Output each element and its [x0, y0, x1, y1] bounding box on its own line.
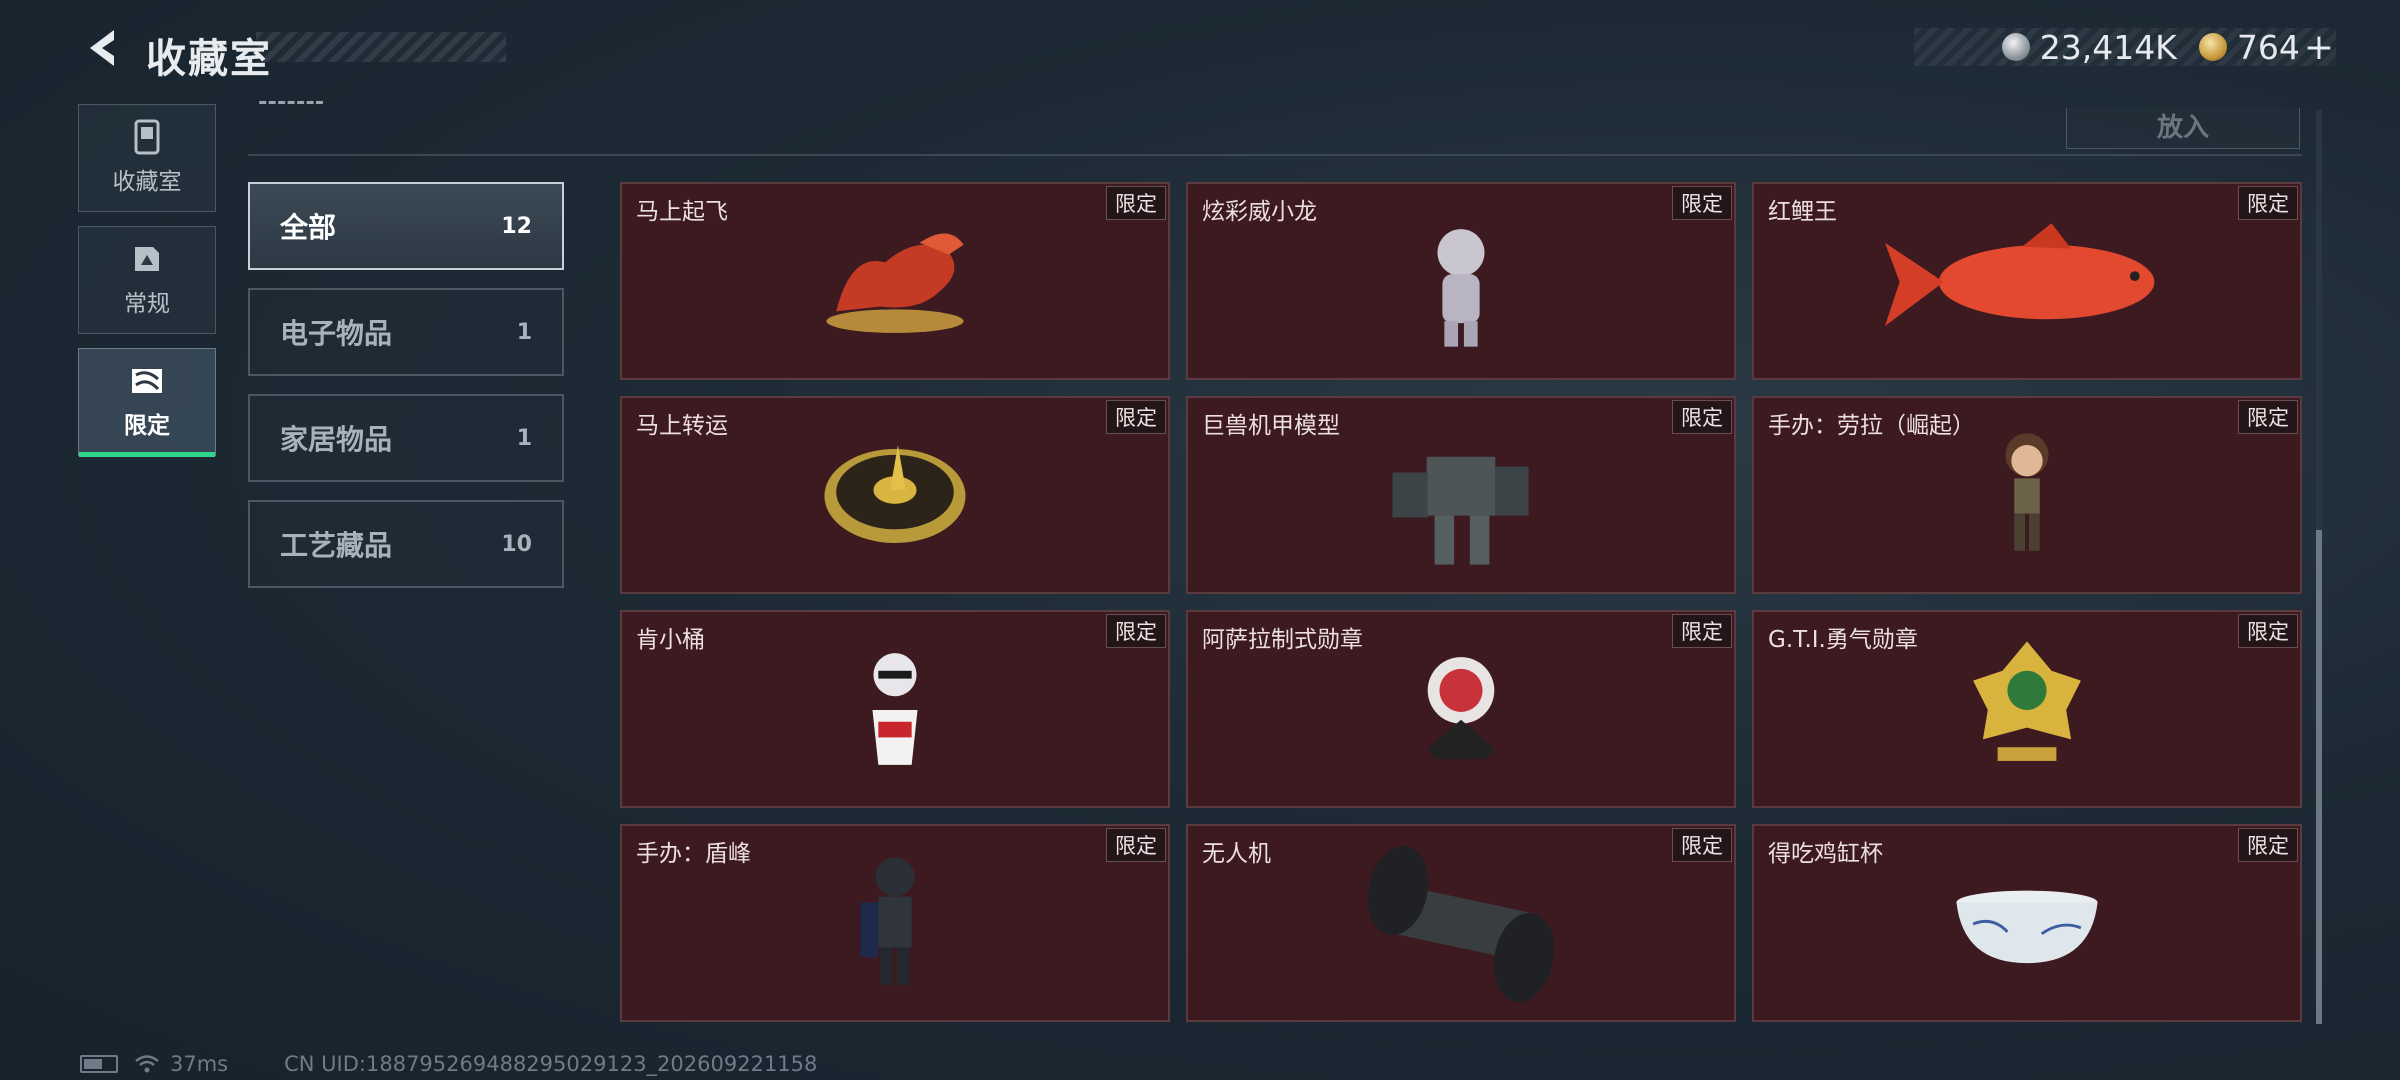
limited-tag: 限定	[1672, 614, 1732, 648]
item-name: 马上起飞	[636, 199, 728, 225]
limited-tag: 限定	[2238, 828, 2298, 862]
grid-scrollbar[interactable]	[2316, 110, 2322, 1024]
category-name: 工艺藏品	[280, 529, 393, 562]
status-bar: 37ms CN UID:188795269488295029123_202609…	[80, 1052, 980, 1076]
side-item-label: 限定	[124, 413, 170, 439]
item-name: 手办：劳拉（崛起）	[1768, 413, 1975, 439]
category-name: 电子物品	[280, 317, 393, 350]
item-card[interactable]: 马上起飞 限定	[620, 182, 1170, 380]
limited-tag: 限定	[1672, 828, 1732, 862]
category-count: 12	[501, 213, 532, 239]
category-list: 全部 12 电子物品 1 家居物品 1 工艺藏品 10	[248, 182, 566, 606]
item-card[interactable]: 阿萨拉制式勋章 限定	[1186, 610, 1736, 808]
item-name: G.T.I.勇气勋章	[1768, 627, 1918, 653]
item-name: 马上转运	[636, 413, 728, 439]
item-card[interactable]: 巨兽机甲模型 限定	[1186, 396, 1736, 594]
currency-bar: 23,414K 764 +	[1914, 27, 2336, 68]
currency-silver: 23,414K	[2001, 27, 2177, 67]
limited-icon	[130, 364, 164, 398]
item-name: 阿萨拉制式勋章	[1202, 627, 1363, 653]
header-divider	[248, 154, 2302, 156]
item-name: 炫彩威小龙	[1202, 199, 1317, 225]
category-crafts[interactable]: 工艺藏品 10	[248, 500, 564, 588]
item-name: 肯小桶	[636, 627, 705, 653]
limited-tag: 限定	[1106, 614, 1166, 648]
put-in-label: 放入	[2156, 113, 2209, 143]
item-card[interactable]: 得吃鸡缸杯 限定	[1752, 824, 2302, 1022]
limited-tag: 限定	[2238, 614, 2298, 648]
category-electronics[interactable]: 电子物品 1	[248, 288, 564, 376]
category-count: 1	[516, 425, 532, 451]
side-item-label: 常规	[124, 291, 170, 317]
side-item-collection[interactable]: 收藏室	[78, 104, 216, 212]
category-count: 1	[516, 319, 532, 345]
scrolled-header-text: ▪▪▪▪▪▪▪	[258, 96, 325, 104]
uid-text: CN UID:188795269488295029123_20260922115…	[284, 1052, 818, 1076]
category-count: 10	[501, 531, 532, 557]
ping-text: 37ms	[170, 1052, 229, 1076]
item-card[interactable]: 无人机 限定	[1186, 824, 1736, 1022]
limited-tag: 限定	[1106, 828, 1166, 862]
item-card[interactable]: 肯小桶 限定	[620, 610, 1170, 808]
item-name: 手办：盾峰	[636, 841, 751, 867]
limited-tag: 限定	[2238, 400, 2298, 434]
silver-coin-icon	[2001, 33, 2030, 61]
limited-tag: 限定	[1672, 400, 1732, 434]
category-household[interactable]: 家居物品 1	[248, 394, 564, 482]
limited-tag: 限定	[1672, 186, 1732, 220]
side-item-label: 收藏室	[112, 169, 182, 195]
currency-gold[interactable]: 764 +	[2198, 27, 2334, 68]
category-name: 全部	[280, 211, 337, 244]
regular-icon	[130, 242, 164, 276]
item-card[interactable]: G.T.I.勇气勋章 限定	[1752, 610, 2302, 808]
item-name: 红鲤王	[1768, 199, 1837, 225]
limited-tag: 限定	[1106, 186, 1166, 220]
battery-icon	[80, 1055, 118, 1073]
top-bar: 收藏室 23,414K 764 +	[0, 0, 2400, 100]
gold-coin-icon	[2198, 33, 2227, 61]
put-in-button[interactable]: 放入	[2066, 108, 2300, 149]
back-arrow-icon	[90, 30, 114, 66]
collection-icon	[130, 119, 164, 155]
gold-amount: 764	[2236, 27, 2300, 67]
side-nav: 收藏室 常规 限定	[78, 104, 216, 470]
side-item-regular[interactable]: 常规	[78, 226, 216, 334]
category-name: 家居物品	[280, 423, 393, 456]
side-item-limited[interactable]: 限定	[78, 348, 216, 457]
item-name: 巨兽机甲模型	[1202, 413, 1340, 439]
back-button[interactable]	[78, 24, 126, 72]
item-card[interactable]: 炫彩威小龙 限定	[1186, 182, 1736, 380]
category-all[interactable]: 全部 12	[248, 182, 564, 270]
item-card[interactable]: 红鲤王 限定	[1752, 182, 2302, 380]
title-area: 收藏室	[146, 26, 510, 82]
scrollbar-thumb[interactable]	[2316, 530, 2322, 1024]
item-card[interactable]: 手办：劳拉（崛起） 限定	[1752, 396, 2302, 594]
silver-amount: 23,414K	[2039, 27, 2177, 67]
item-name: 得吃鸡缸杯	[1768, 841, 1883, 867]
limited-tag: 限定	[2238, 186, 2298, 220]
item-card[interactable]: 马上转运 限定	[620, 396, 1170, 594]
wifi-icon	[135, 1055, 159, 1073]
title-stripe-decor	[256, 32, 506, 62]
page-title: 收藏室	[146, 36, 272, 82]
item-card[interactable]: 手办：盾峰 限定	[620, 824, 1170, 1022]
add-currency-button[interactable]: +	[2304, 27, 2334, 68]
item-name: 无人机	[1202, 841, 1271, 867]
limited-tag: 限定	[1106, 400, 1166, 434]
